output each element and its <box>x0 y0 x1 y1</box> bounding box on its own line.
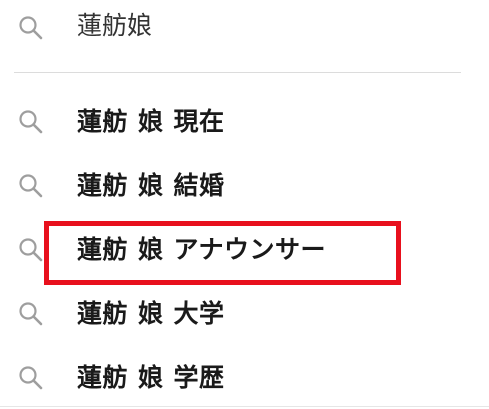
search-icon <box>16 235 46 265</box>
search-icon <box>16 299 46 329</box>
bottom-divider <box>0 406 489 407</box>
search-suggestions-panel: 蓮舫娘 蓮舫娘現在 蓮舫娘結婚 蓮舫 娘 アナウンサー 蓮舫 娘 大学 蓮舫 娘… <box>0 0 489 409</box>
search-query[interactable]: 蓮舫娘 <box>77 8 152 44</box>
search-icon <box>16 171 46 201</box>
suggestion-item-highlighted[interactable]: 蓮舫娘アナウンサー <box>0 218 489 282</box>
search-bar[interactable]: 蓮舫娘 <box>0 0 489 60</box>
search-icon <box>16 13 46 43</box>
suggestion-label: 蓮舫娘大学 <box>77 299 225 328</box>
suggestion-item[interactable]: 蓮舫娘学歴 <box>0 346 489 409</box>
suggestion-item[interactable]: 蓮舫娘結婚 <box>0 154 489 218</box>
suggestion-item[interactable]: 蓮舫娘現在 <box>0 90 489 154</box>
suggestion-item[interactable]: 蓮舫娘大学 <box>0 282 489 346</box>
divider <box>14 72 461 73</box>
search-icon <box>16 363 46 393</box>
suggestion-label: 蓮舫娘結婚 <box>77 171 225 200</box>
suggestion-label: 蓮舫娘アナウンサー <box>77 235 327 264</box>
search-icon <box>16 107 46 137</box>
suggestion-label: 蓮舫娘現在 <box>77 107 225 136</box>
suggestion-label: 蓮舫娘学歴 <box>77 363 225 392</box>
suggestion-list: 蓮舫娘現在 蓮舫娘結婚 蓮舫娘アナウンサー 蓮舫 娘 大学 蓮舫 娘 学歴 <box>0 90 489 409</box>
